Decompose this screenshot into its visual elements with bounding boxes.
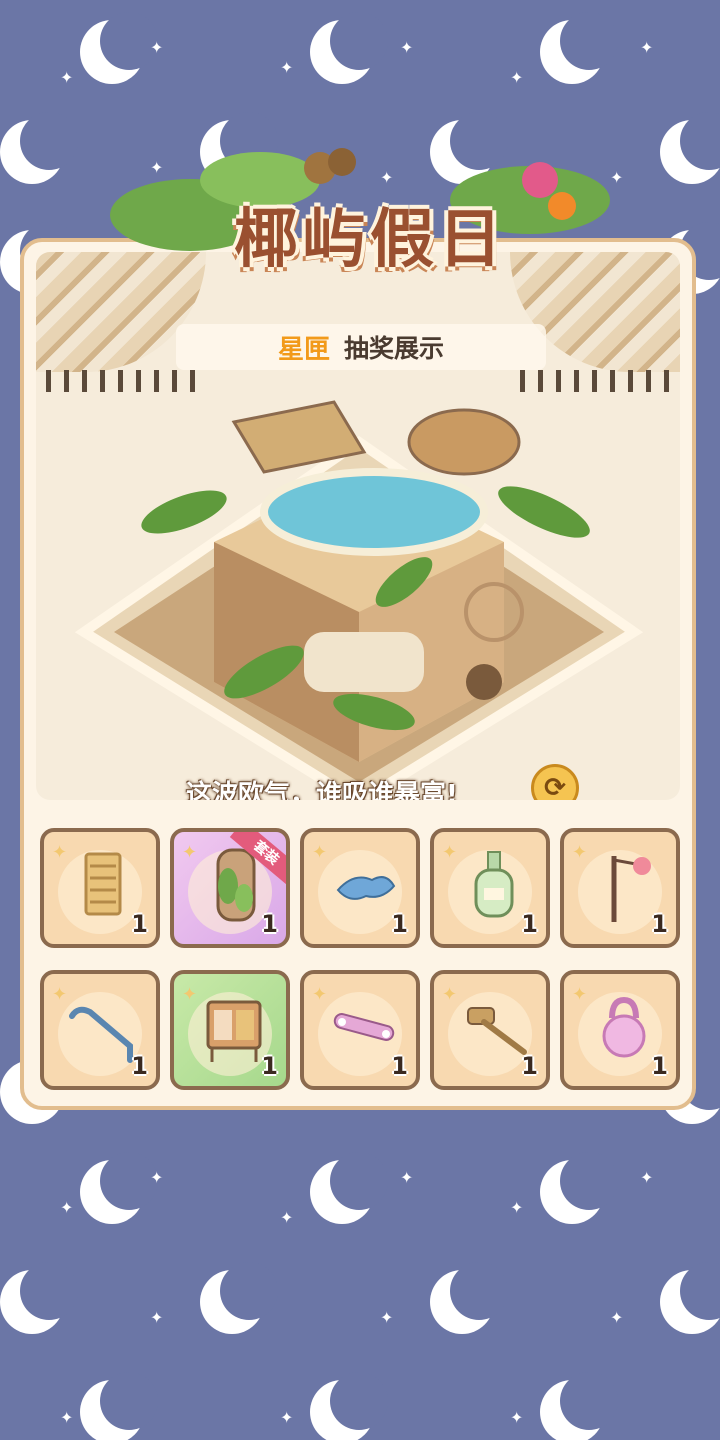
reward-slot[interactable]: ✦ 套装 1 bbox=[170, 828, 290, 948]
star-decoration: ✦ bbox=[280, 1208, 294, 1227]
brand-label: 星匣 bbox=[277, 334, 330, 365]
island-room-illustration bbox=[74, 400, 644, 800]
star-decoration: ✦ bbox=[510, 1408, 524, 1427]
moon-decoration bbox=[200, 1262, 278, 1334]
star-decoration: ✦ bbox=[60, 68, 74, 87]
star-decoration: ✦ bbox=[150, 1168, 164, 1187]
refresh-icon: ⟳ bbox=[544, 773, 566, 800]
star-decoration: ✦ bbox=[610, 1308, 624, 1327]
star-decoration: ✦ bbox=[280, 58, 294, 77]
preview-panel: 星匣 抽奖展示 这波欧气，谁吸谁暴富! ⟳ bbox=[36, 252, 680, 800]
tagline-text: 这波欧气，谁吸谁暴富! bbox=[186, 780, 458, 800]
star-decoration: ✦ bbox=[400, 38, 414, 57]
reward-count: 1 bbox=[651, 1052, 668, 1080]
moon-decoration bbox=[80, 1372, 158, 1440]
moon-decoration bbox=[310, 1372, 388, 1440]
moon-decoration bbox=[540, 1152, 618, 1224]
reward-slot[interactable]: ✦ 1 bbox=[300, 970, 420, 1090]
star-decoration: ✦ bbox=[280, 1408, 294, 1427]
moon-decoration bbox=[660, 112, 720, 184]
subtitle-bar: 星匣 抽奖展示 bbox=[176, 324, 546, 370]
reward-count: 1 bbox=[261, 1052, 278, 1080]
reward-slot[interactable]: ✦ 1 bbox=[300, 828, 420, 948]
star-decoration: ✦ bbox=[510, 1198, 524, 1217]
star-decoration: ✦ bbox=[150, 38, 164, 57]
reward-slot[interactable]: ✦ 1 bbox=[560, 828, 680, 948]
reward-count: 1 bbox=[131, 1052, 148, 1080]
reward-count: 1 bbox=[521, 910, 538, 938]
prize-showcase-card: 星匣 抽奖展示 这波欧气，谁吸谁暴富! ⟳ ✦ 1 ✦ 套装 1 ✦ 1 ✦ 1… bbox=[20, 238, 696, 1110]
moon-decoration bbox=[0, 1262, 78, 1334]
moon-decoration bbox=[540, 1372, 618, 1440]
reward-count: 1 bbox=[651, 910, 668, 938]
moon-decoration bbox=[0, 112, 78, 184]
reward-slot[interactable]: ✦ 1 bbox=[40, 828, 160, 948]
star-decoration: ✦ bbox=[60, 1198, 74, 1217]
reward-count: 1 bbox=[131, 910, 148, 938]
reward-count: 1 bbox=[391, 1052, 408, 1080]
subtitle-label: 抽奖展示 bbox=[344, 334, 445, 363]
moon-decoration bbox=[430, 1262, 508, 1334]
star-decoration: ✦ bbox=[640, 38, 654, 57]
reward-slot[interactable]: ✦ 1 bbox=[560, 970, 680, 1090]
star-decoration: ✦ bbox=[380, 1308, 394, 1327]
reward-slot[interactable]: ✦ 1 bbox=[430, 828, 550, 948]
moon-decoration bbox=[80, 1152, 158, 1224]
reward-count: 1 bbox=[261, 910, 278, 938]
moon-decoration bbox=[310, 12, 388, 84]
star-decoration: ✦ bbox=[610, 168, 624, 187]
star-decoration: ✦ bbox=[60, 1408, 74, 1427]
moon-decoration bbox=[660, 1262, 720, 1334]
moon-decoration bbox=[80, 12, 158, 84]
title-banner: 椰屿假日 bbox=[110, 120, 610, 290]
event-title: 椰屿假日 bbox=[234, 203, 506, 277]
moon-decoration bbox=[540, 12, 618, 84]
reward-count: 1 bbox=[391, 910, 408, 938]
reward-count: 1 bbox=[521, 1052, 538, 1080]
star-decoration: ✦ bbox=[150, 1308, 164, 1327]
reward-slot[interactable]: ✦ 1 bbox=[430, 970, 550, 1090]
reward-slot[interactable]: ✦ 1 bbox=[170, 970, 290, 1090]
reward-slot[interactable]: ✦ 1 bbox=[40, 970, 160, 1090]
star-decoration: ✦ bbox=[400, 1168, 414, 1187]
star-decoration: ✦ bbox=[510, 68, 524, 87]
star-decoration: ✦ bbox=[640, 1168, 654, 1187]
moon-decoration bbox=[310, 1152, 388, 1224]
